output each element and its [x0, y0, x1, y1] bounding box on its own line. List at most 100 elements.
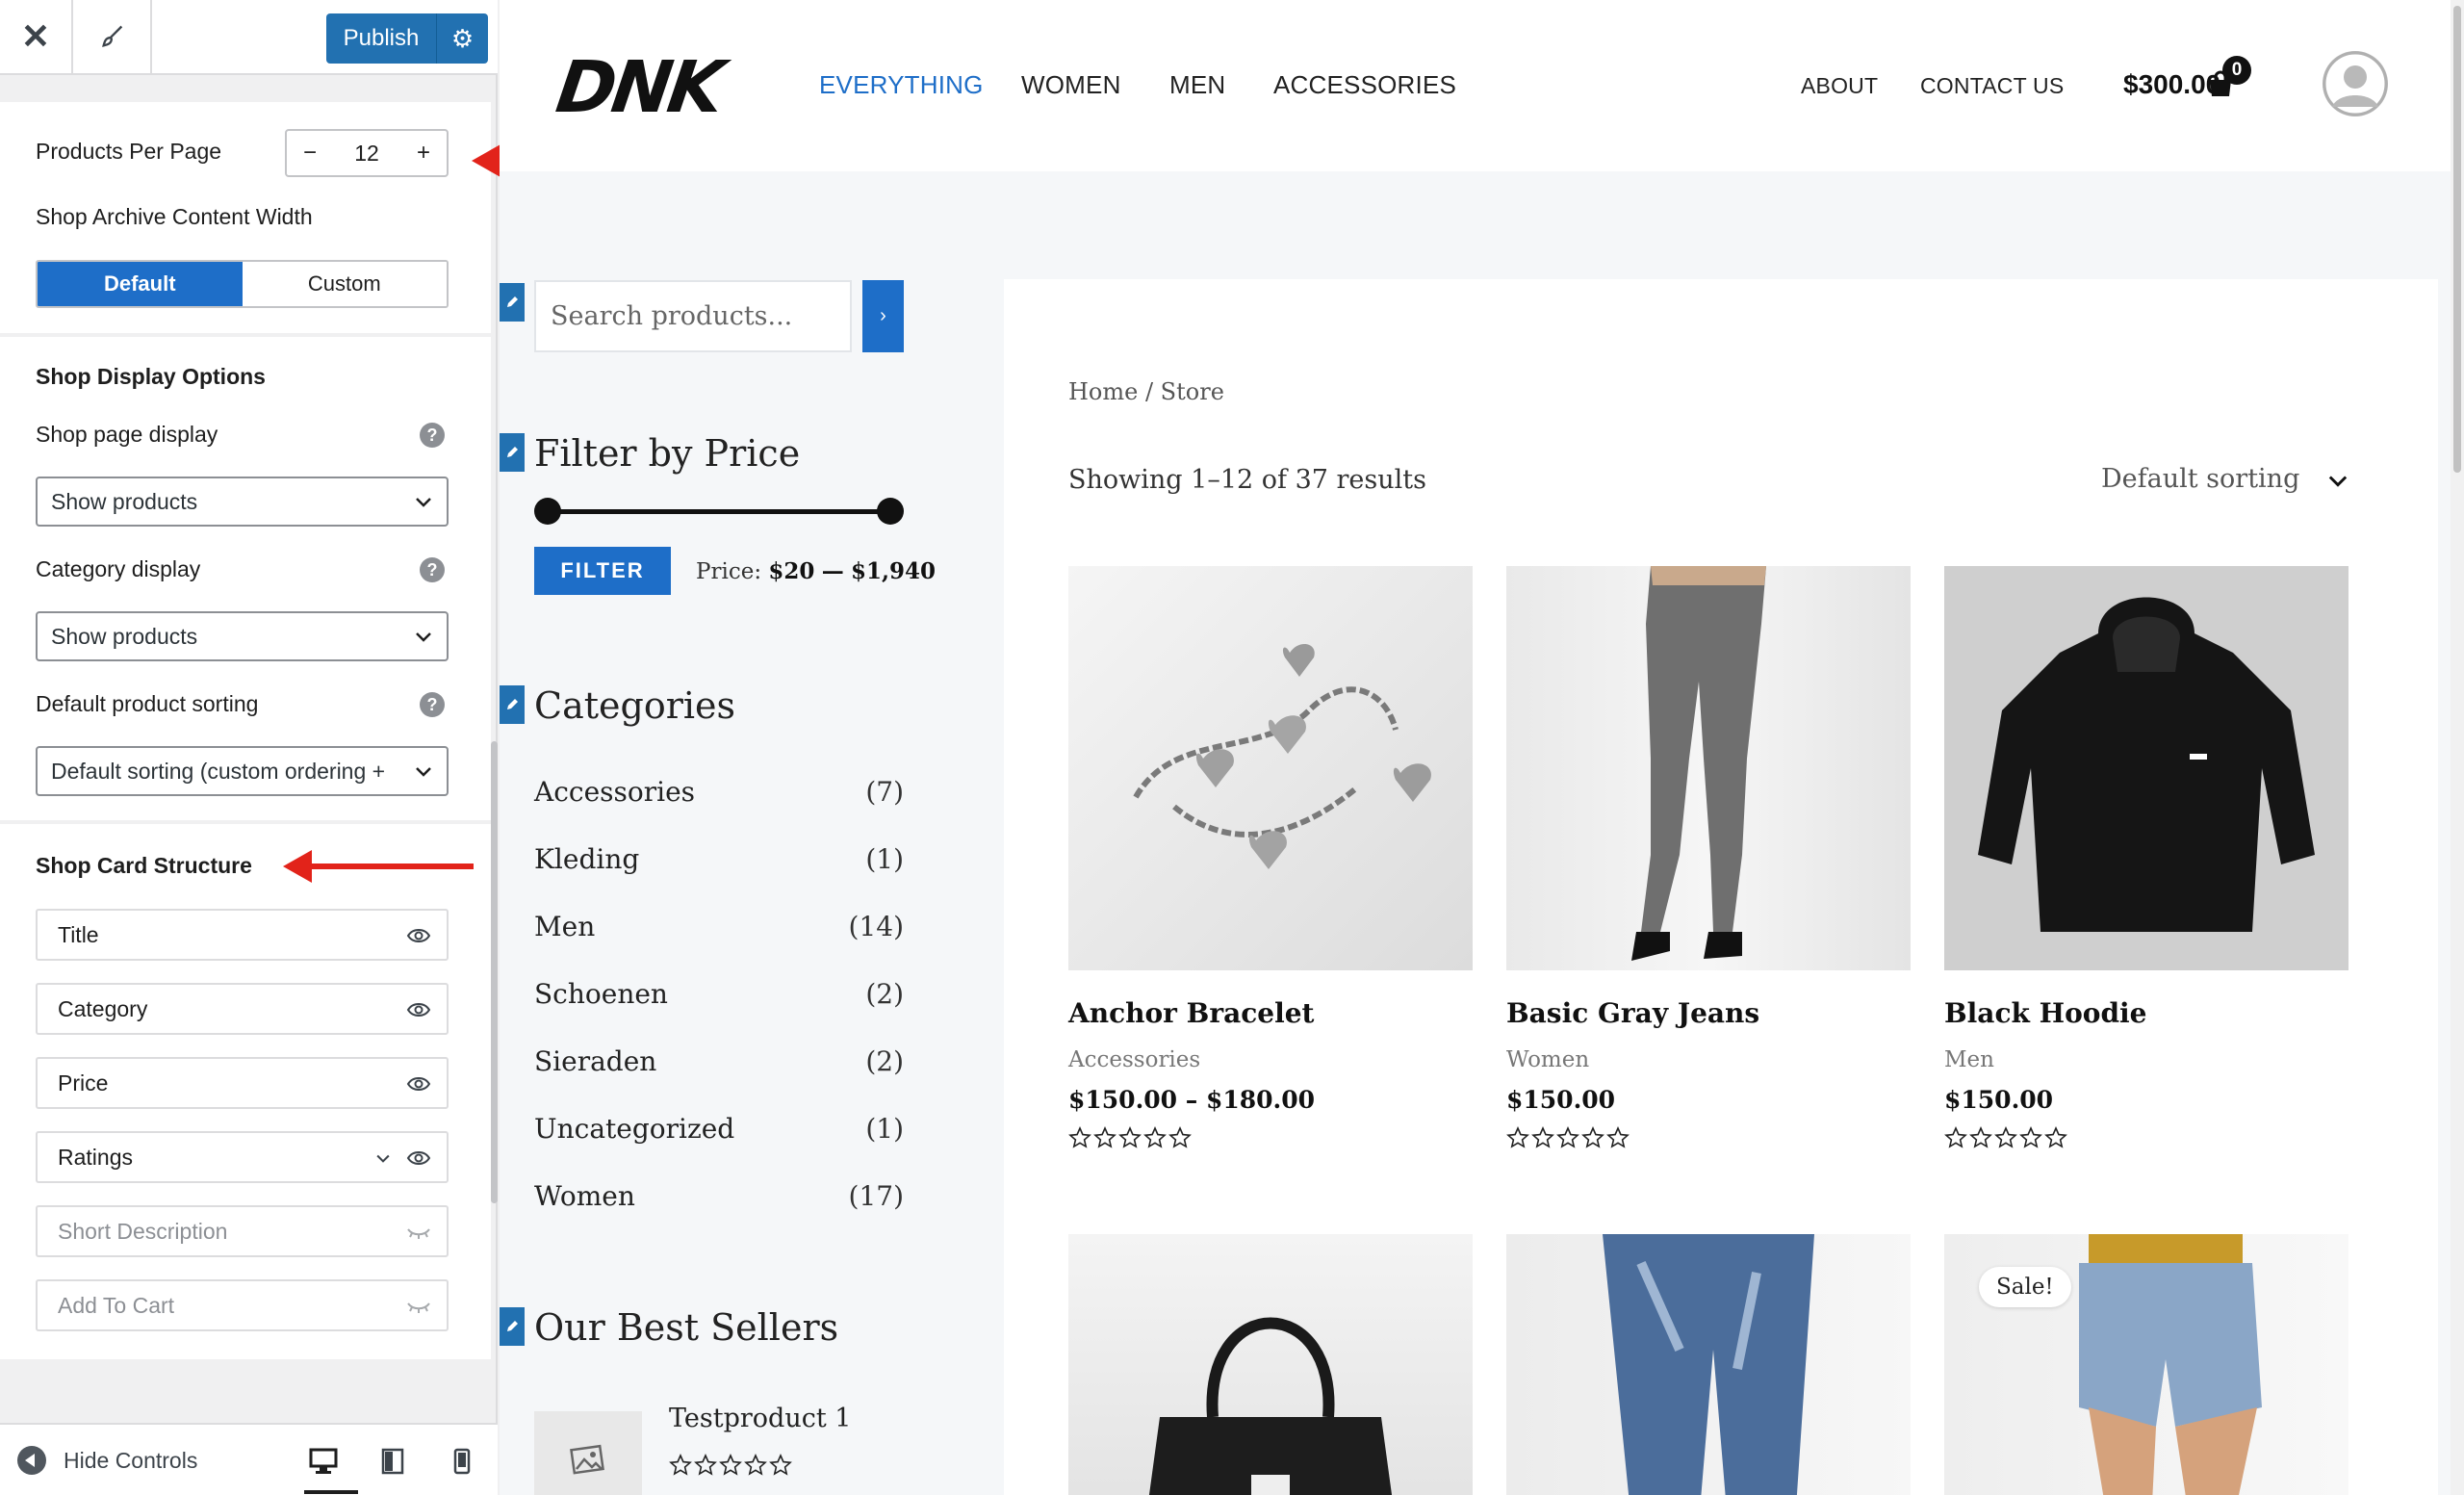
product-card[interactable]: Sale! [1944, 1234, 2348, 1495]
card-item-ratings[interactable]: Ratings [36, 1131, 449, 1183]
help-icon[interactable]: ? [420, 423, 445, 448]
product-image[interactable] [1506, 566, 1911, 970]
tablet-preview-button[interactable] [373, 1442, 412, 1481]
card-item-add-to-cart[interactable]: Add To Cart [36, 1279, 449, 1331]
product-image[interactable]: Sale! [1944, 1234, 2348, 1495]
shop-page-display-value: Show products [51, 488, 198, 514]
card-item-price[interactable]: Price [36, 1057, 449, 1109]
site-logo[interactable]: DNK [552, 46, 726, 129]
card-item-category[interactable]: Category [36, 983, 449, 1035]
category-name[interactable]: Accessories [534, 776, 695, 808]
category-item[interactable]: Accessories (7) [534, 776, 904, 808]
blue-jeans-image [1603, 1234, 1814, 1495]
sorting-select[interactable]: Default sorting [2043, 454, 2361, 503]
product-card[interactable] [1506, 1234, 1911, 1495]
nav-everything[interactable]: EVERYTHING [819, 70, 984, 100]
eye-icon[interactable] [406, 1073, 431, 1095]
edit-shortcut-search[interactable] [500, 283, 525, 322]
filter-button[interactable]: FILTER [534, 547, 671, 595]
category-item[interactable]: Kleding (1) [534, 843, 904, 875]
default-sorting-select[interactable]: Default sorting (custom ordering + [36, 746, 449, 796]
style-button[interactable] [75, 0, 152, 73]
category-item[interactable]: Women (17) [534, 1180, 904, 1212]
star-icon [1606, 1126, 1630, 1154]
account-avatar[interactable] [2323, 51, 2388, 116]
product-title[interactable]: Basic Gray Jeans [1506, 997, 1759, 1029]
close-customizer-button[interactable]: ✕ [0, 0, 73, 73]
price-slider-max-handle[interactable] [877, 498, 904, 525]
best-seller-name[interactable]: Testproduct 1 [669, 1404, 851, 1433]
category-item[interactable]: Sieraden (2) [534, 1045, 904, 1077]
product-title[interactable]: Black Hoodie [1944, 997, 2146, 1029]
category-name[interactable]: Men [534, 911, 595, 942]
product-image[interactable] [1506, 1234, 1911, 1495]
pencil-icon [507, 699, 518, 709]
product-card[interactable]: Basic Gray Jeans Women $150.00 [1506, 566, 1911, 1163]
shop-page-display-select[interactable]: Show products [36, 477, 449, 527]
product-card[interactable]: Anchor Bracelet Accessories $150.00 – $1… [1068, 566, 1473, 1163]
breadcrumb[interactable]: Home / Store [1068, 378, 1224, 405]
publish-settings-button[interactable]: ⚙ [436, 13, 488, 64]
category-name[interactable]: Women [534, 1180, 635, 1212]
product-title[interactable]: Anchor Bracelet [1068, 997, 1314, 1029]
product-card[interactable] [1068, 1234, 1473, 1495]
eye-icon[interactable] [406, 1147, 431, 1169]
category-item[interactable]: Uncategorized (1) [534, 1113, 904, 1145]
products-per-page-input[interactable]: 12 [333, 141, 400, 167]
nav-women[interactable]: WOMEN [1021, 70, 1121, 100]
product-rating [1068, 1126, 1192, 1154]
best-seller-thumbnail[interactable] [534, 1411, 642, 1495]
decrement-button[interactable]: − [287, 140, 333, 167]
category-name[interactable]: Uncategorized [534, 1113, 734, 1145]
publish-button[interactable]: Publish [326, 13, 436, 64]
mobile-preview-button[interactable] [443, 1442, 481, 1481]
help-icon[interactable]: ? [420, 692, 445, 717]
category-name[interactable]: Sieraden [534, 1045, 656, 1077]
hide-controls-button[interactable]: Hide Controls [17, 1446, 197, 1475]
site-scrollbar[interactable] [2451, 0, 2464, 1495]
archive-width-toggle: Default Custom [36, 260, 449, 308]
increment-button[interactable]: + [400, 140, 447, 167]
category-item[interactable]: Schoenen (2) [534, 978, 904, 1010]
edit-shortcut-filter[interactable] [500, 433, 525, 472]
category-name[interactable]: Kleding [534, 843, 639, 875]
nav-accessories[interactable]: ACCESSORIES [1273, 70, 1456, 100]
star-icon [1581, 1126, 1604, 1154]
category-count: (2) [865, 1045, 904, 1077]
category-name[interactable]: Schoenen [534, 978, 668, 1010]
chevron-down-icon [416, 767, 431, 777]
star-icon [1944, 1126, 1967, 1154]
nav-contact-us[interactable]: CONTACT US [1920, 73, 2064, 99]
category-item[interactable]: Men (14) [534, 911, 904, 942]
card-item-title[interactable]: Title [36, 909, 449, 961]
search-submit-button[interactable]: › [862, 280, 904, 352]
product-image[interactable] [1068, 566, 1473, 970]
width-custom-option[interactable]: Custom [242, 262, 447, 306]
nav-about[interactable]: ABOUT [1801, 73, 1878, 99]
product-image[interactable] [1944, 566, 2348, 970]
card-item-short-description[interactable]: Short Description [36, 1205, 449, 1257]
eye-closed-icon[interactable] [406, 1222, 431, 1243]
category-display-select[interactable]: Show products [36, 611, 449, 661]
price-slider-min-handle[interactable] [534, 498, 561, 525]
price-separator: — [821, 558, 844, 584]
scrollbar-thumb[interactable] [2453, 6, 2461, 473]
product-image[interactable] [1068, 1234, 1473, 1495]
eye-closed-icon[interactable] [406, 1296, 431, 1317]
nav-men[interactable]: MEN [1169, 70, 1225, 100]
eye-icon[interactable] [406, 925, 431, 946]
sidebar-scrollbar[interactable] [491, 741, 498, 1203]
chevron-down-icon[interactable] [373, 1148, 393, 1168]
edit-shortcut-best-sellers[interactable] [500, 1307, 525, 1346]
image-placeholder-icon [570, 1444, 604, 1475]
product-price: $150.00 [1506, 1086, 1616, 1114]
jeans-image [1631, 566, 1766, 961]
edit-shortcut-categories[interactable] [500, 685, 525, 724]
desktop-preview-button[interactable] [304, 1442, 343, 1481]
product-card[interactable]: Black Hoodie Men $150.00 [1944, 566, 2348, 1163]
product-search-input[interactable]: Search products... [534, 280, 852, 352]
price-slider-track[interactable] [548, 509, 890, 514]
eye-icon[interactable] [406, 999, 431, 1020]
help-icon[interactable]: ? [420, 557, 445, 582]
width-default-option[interactable]: Default [38, 262, 243, 306]
